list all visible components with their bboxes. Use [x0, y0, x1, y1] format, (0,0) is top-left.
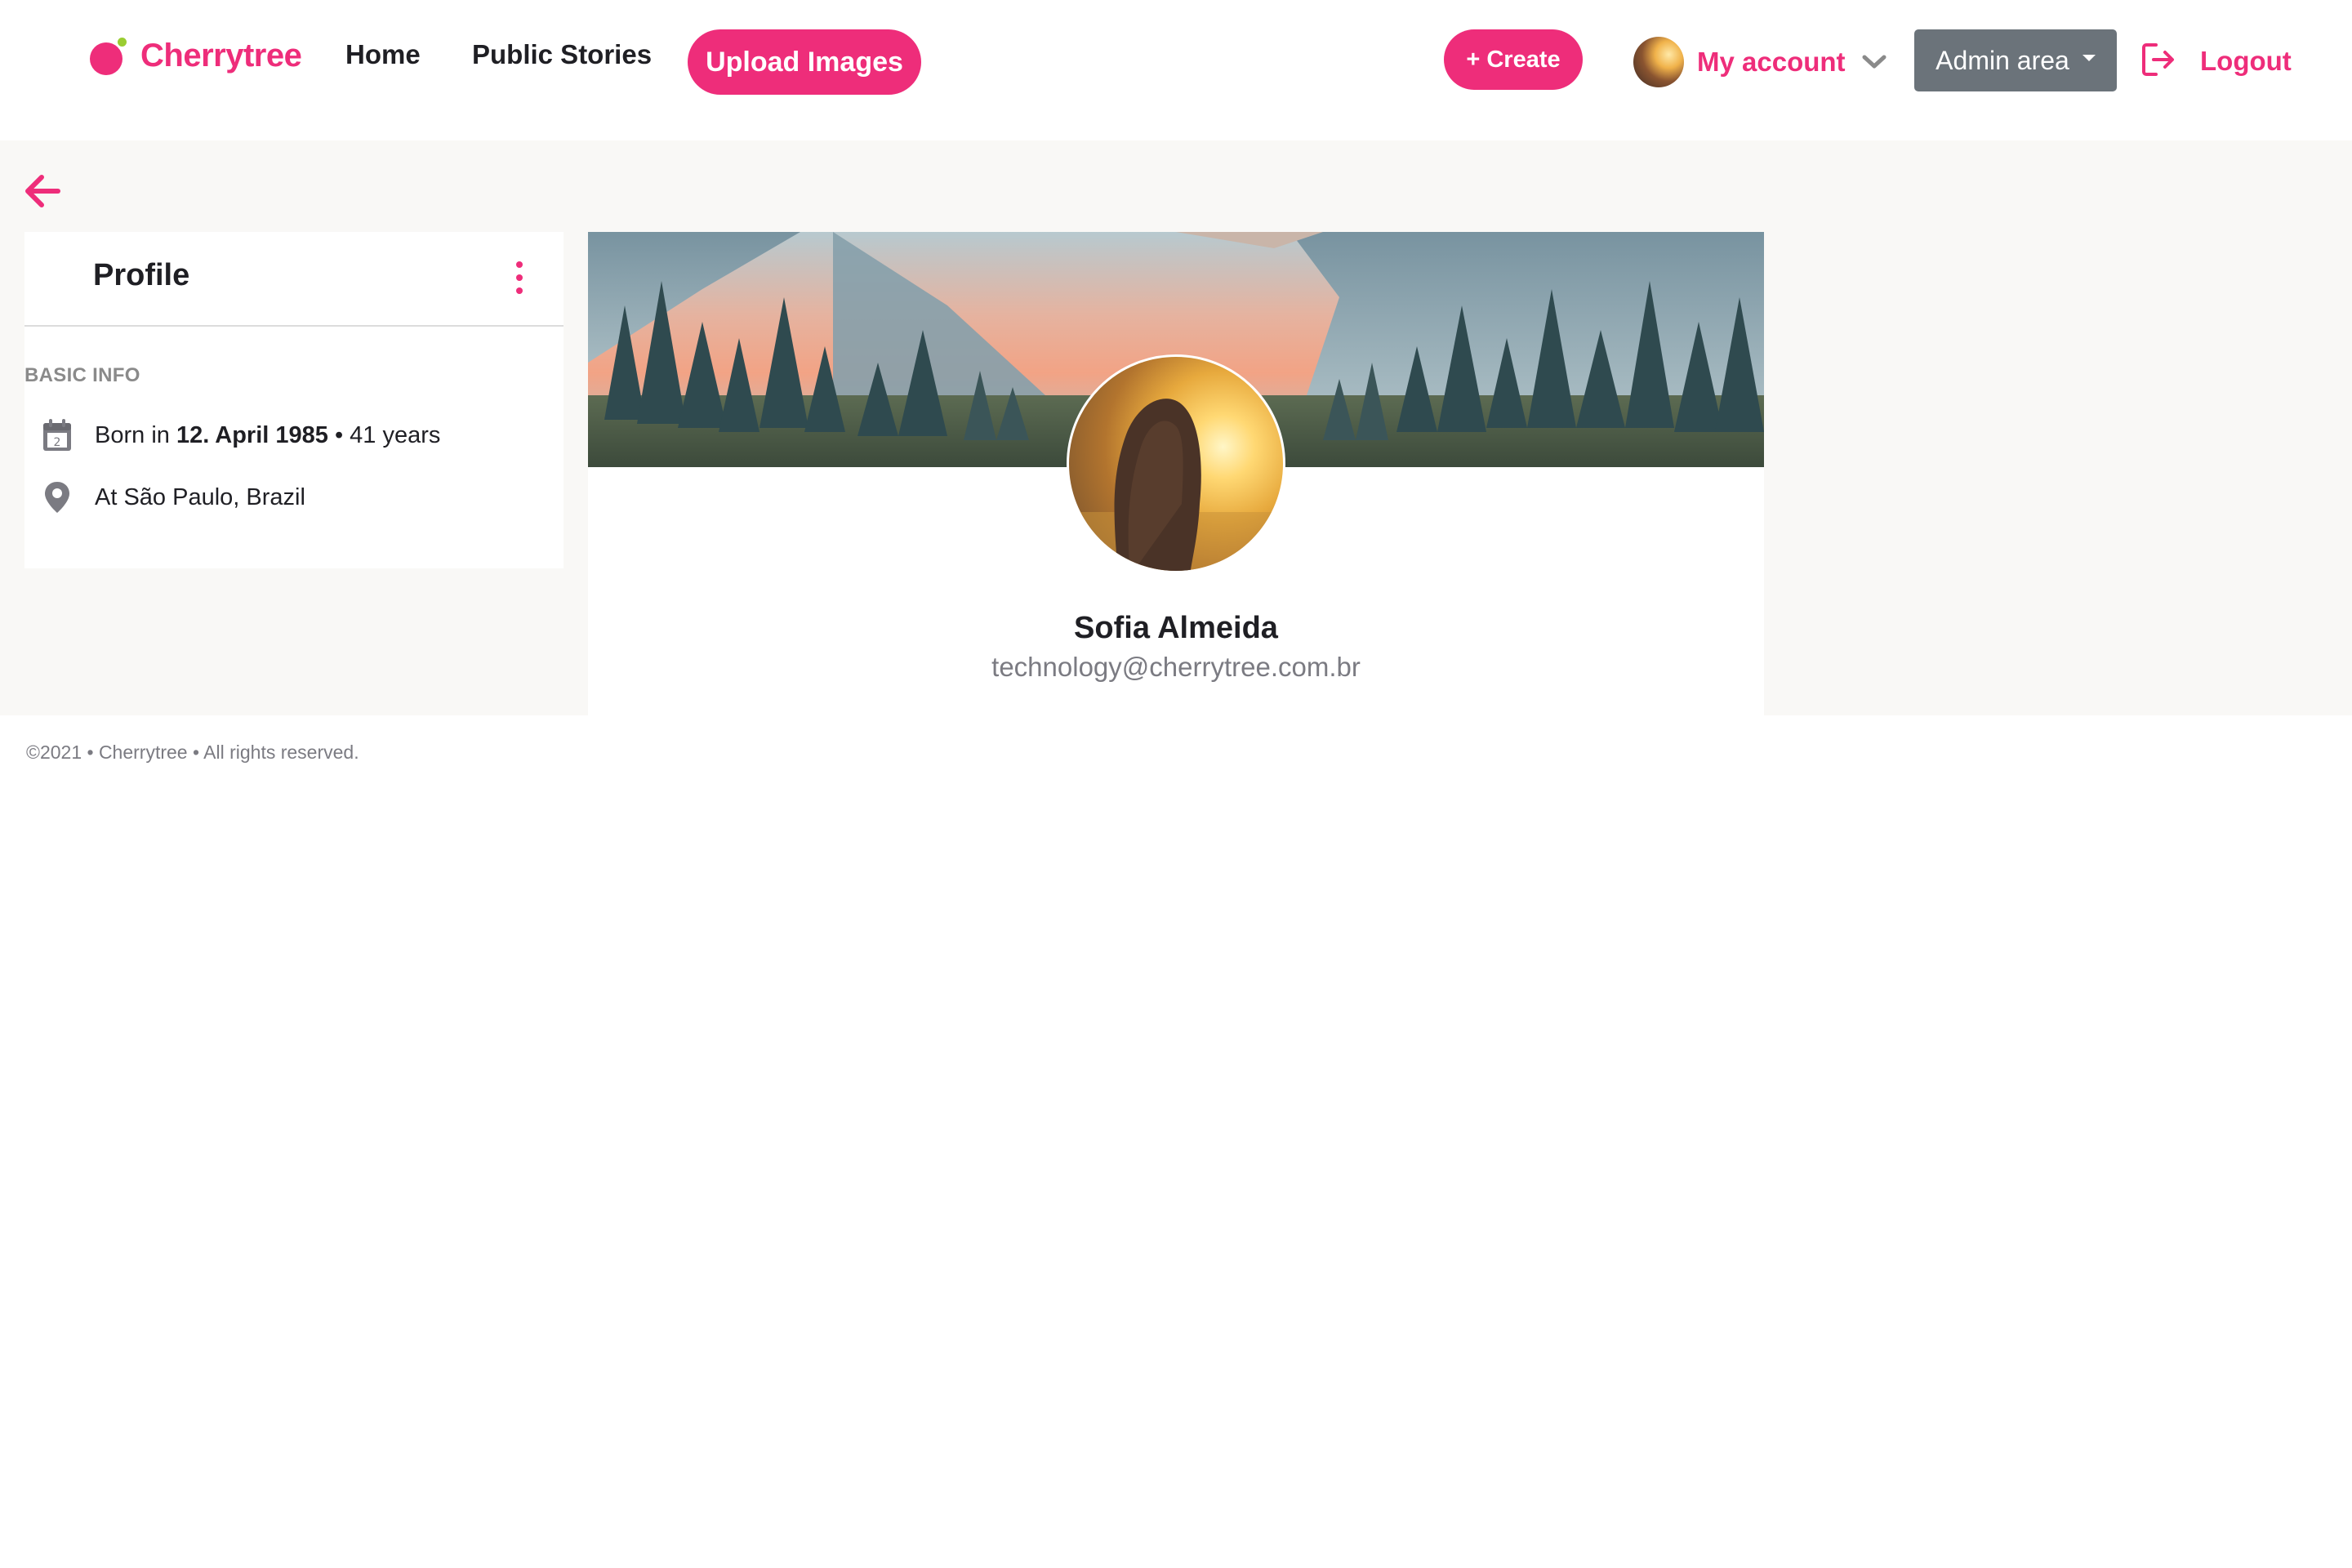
page-content: Profile BASIC INFO 2 Born in 12. April 1…	[0, 140, 2352, 715]
logout-label: Logout	[2200, 46, 2292, 76]
caret-down-icon	[2082, 55, 2096, 61]
cherry-logo-icon	[88, 36, 127, 75]
svg-text:2: 2	[54, 436, 61, 449]
top-navbar: Cherrytree Home Public Stories Upload Im…	[0, 0, 2352, 140]
profile-title: Profile	[93, 258, 190, 292]
profile-card-header: Profile	[24, 232, 564, 327]
brand-name: Cherrytree	[140, 37, 302, 74]
birth-date: 12. April 1985	[176, 421, 328, 448]
my-account-dropdown[interactable]: My account	[1633, 36, 1888, 88]
upload-images-button[interactable]: Upload Images	[688, 29, 921, 95]
my-account-label: My account	[1697, 47, 1846, 77]
logout-link[interactable]: Logout	[2141, 41, 2292, 82]
chevron-down-icon	[1860, 48, 1888, 76]
profile-main-panel: Sofia Almeida technology@cherrytree.com.…	[588, 232, 1764, 715]
footer-copyright: ©2021 • Cherrytree • All rights reserved…	[26, 742, 359, 763]
avatar	[1633, 37, 1684, 87]
nav-home-link[interactable]: Home	[345, 39, 421, 70]
location-text: At São Paulo, Brazil	[95, 483, 305, 510]
profile-name: Sofia Almeida	[1074, 611, 1278, 645]
birth-info-row: 2 Born in 12. April 1985 • 41 years	[41, 415, 440, 456]
birth-info-text: Born in 12. April 1985 • 41 years	[95, 422, 440, 449]
create-button[interactable]: + Create	[1444, 29, 1583, 90]
separator-dot: •	[334, 421, 344, 448]
brand-logo-link[interactable]: Cherrytree	[88, 36, 302, 75]
location-info-row: At São Paulo, Brazil	[41, 477, 305, 518]
map-pin-icon	[41, 479, 74, 515]
admin-area-dropdown-button[interactable]: Admin area	[1914, 29, 2117, 91]
kebab-menu-icon[interactable]	[511, 258, 528, 297]
calendar-icon: 2	[41, 417, 74, 453]
basic-info-label: BASIC INFO	[24, 364, 140, 386]
arrow-left-icon	[25, 175, 60, 207]
born-prefix: Born in	[95, 421, 170, 448]
logout-icon	[2141, 42, 2176, 82]
profile-email: technology@cherrytree.com.br	[991, 652, 1361, 682]
back-button[interactable]	[23, 172, 62, 211]
admin-area-label: Admin area	[1936, 45, 2069, 75]
age-value: 41 years	[350, 421, 441, 448]
profile-info-card: Profile BASIC INFO 2 Born in 12. April 1…	[24, 232, 564, 568]
nav-public-stories-link[interactable]: Public Stories	[472, 39, 652, 70]
profile-avatar	[1067, 354, 1285, 573]
